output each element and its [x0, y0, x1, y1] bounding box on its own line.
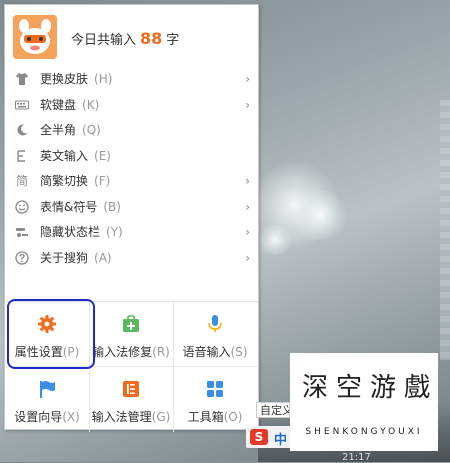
background-frost	[290, 190, 350, 240]
chevron-right-icon: ›	[245, 199, 250, 214]
input-count-greeting: 今日共输入 88 字	[71, 29, 179, 48]
greeting-prefix: 今日共输入	[71, 33, 137, 48]
grid-hotkey: (G)	[151, 410, 171, 424]
menu-item-hotkey: (B)	[103, 199, 121, 214]
statusbar-icon	[15, 225, 29, 239]
watermark-subtitle: SHENKONGYOUXI	[305, 427, 423, 437]
chevron-right-icon: ›	[245, 250, 250, 265]
menu-item-label: 表情&符号	[40, 199, 98, 214]
clock: 21:17	[342, 452, 371, 463]
grid-setup-wizard[interactable]: 设置向导(X)	[5, 367, 89, 431]
chevron-right-icon: ›	[245, 72, 250, 86]
menu-item-english-input[interactable]: 英文输入 (E)	[5, 144, 258, 170]
grid-label: 输入法修复	[92, 345, 153, 359]
menu-item-label: 简繁切换	[40, 174, 89, 188]
input-count: 88	[140, 29, 163, 48]
ime-mode-label: 中	[274, 433, 288, 448]
microphone-icon	[205, 314, 225, 334]
menu-item-label: 隐藏状态栏	[40, 225, 101, 239]
watermark-logo: 深 空 游 戲 SHENKONGYOUXI	[290, 353, 438, 451]
menu-item-hotkey: (K)	[82, 97, 100, 112]
menu-item-simplified-traditional[interactable]: 简 简繁切换 (F) ›	[5, 169, 258, 195]
grid-label: 输入法管理	[91, 410, 152, 424]
flag-icon	[37, 379, 57, 399]
question-icon	[15, 250, 29, 265]
menu-item-full-half-width[interactable]: 全半角 (Q)	[5, 118, 258, 144]
menu-item-hotkey: (Q)	[82, 123, 101, 137]
menu-item-label: 英文输入	[40, 148, 89, 163]
annotation-highlight	[7, 299, 95, 369]
watermark-char: 空	[335, 373, 362, 403]
watermark-chars: 深 空 游 戲	[298, 365, 430, 417]
chevron-right-icon: ›	[245, 97, 250, 112]
sogou-logo-icon: S	[250, 429, 268, 445]
grid-voice-input[interactable]: 语音输入(S)	[173, 302, 257, 366]
background-frost	[255, 225, 295, 255]
menu-item-soft-keyboard[interactable]: 软键盘 (K) ›	[5, 93, 258, 119]
avatar[interactable]	[13, 15, 57, 59]
grid-hotkey: (S)	[230, 345, 248, 359]
ime-taskbar-indicator[interactable]: S 中	[246, 426, 292, 448]
jian-char-icon: 简	[15, 174, 28, 188]
grid-ime-management[interactable]: 输入法管理(G)	[89, 367, 173, 431]
menu-item-label: 更换皮肤	[40, 72, 89, 86]
grid-toolbox[interactable]: 工具箱(O)	[173, 367, 257, 431]
menu-item-hotkey: (A)	[94, 250, 112, 265]
menu-item-list: 更换皮肤 (H) › 软键盘 (K) › 全半角 (Q) 英文输入 (E) 简 简繁切换…	[5, 67, 258, 271]
watermark-char: 戲	[403, 373, 430, 403]
menu-item-hotkey: (H)	[94, 72, 113, 86]
menu-item-hotkey: (E)	[94, 148, 111, 163]
toolbox-icon	[205, 379, 225, 399]
menu-header: 今日共输入 88 字	[5, 5, 258, 67]
menu-item-about-sogou[interactable]: 关于搜狗 (A) ›	[5, 246, 258, 272]
watermark-char: 游	[369, 373, 396, 403]
watermark-char: 深	[301, 373, 328, 403]
menu-item-emoji-symbols[interactable]: 表情&符号 (B) ›	[5, 195, 258, 221]
chevron-right-icon: ›	[245, 174, 250, 188]
letter-e-icon	[15, 149, 29, 163]
menu-item-hotkey: (Y)	[106, 225, 123, 239]
menu-item-label: 全半角	[40, 123, 77, 137]
sogou-mascot-icon	[13, 15, 57, 59]
grid-label: 设置向导	[14, 410, 63, 424]
menu-item-skin[interactable]: 更换皮肤 (H) ›	[5, 67, 258, 93]
grid-ime-repair[interactable]: 输入法修复(R)	[89, 302, 173, 366]
manage-icon	[121, 379, 141, 399]
menu-item-hotkey: (F)	[94, 174, 111, 188]
menu-item-label: 软键盘	[40, 97, 77, 112]
repair-kit-icon	[121, 314, 141, 334]
grid-label: 工具箱	[187, 410, 224, 424]
grid-hotkey: (X)	[62, 410, 80, 424]
keyboard-icon	[15, 98, 29, 112]
greeting-suffix: 字	[166, 33, 180, 48]
grid-hotkey: (O)	[223, 410, 243, 424]
menu-item-hide-statusbar[interactable]: 隐藏状态栏 (Y) ›	[5, 220, 258, 246]
grid-label: 语音输入	[182, 345, 231, 359]
moon-icon	[15, 123, 29, 137]
grid-hotkey: (R)	[152, 345, 170, 359]
smiley-icon	[15, 199, 29, 214]
tshirt-icon	[15, 72, 29, 86]
window-edge	[440, 100, 450, 360]
chevron-right-icon: ›	[245, 225, 250, 239]
tooltip: 自定义	[256, 402, 290, 418]
menu-item-label: 关于搜狗	[40, 250, 89, 265]
